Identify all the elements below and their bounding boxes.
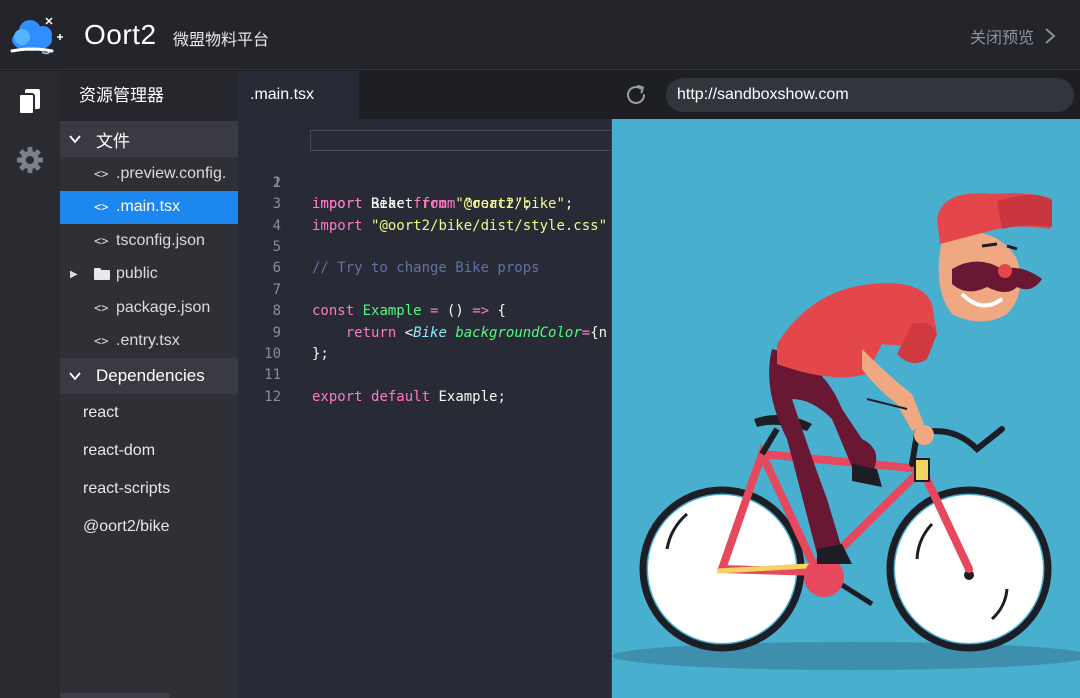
dependency-item[interactable]: react xyxy=(60,394,238,432)
code-line: 1 import React from "react"; xyxy=(238,130,612,212)
settings-activity-button[interactable] xyxy=(16,146,44,174)
file-name: .main.tsx xyxy=(116,198,181,216)
file-item[interactable]: <> .preview.config. xyxy=(60,157,238,191)
tab-main-tsx[interactable]: .main.tsx xyxy=(238,71,359,119)
chevron-down-icon xyxy=(69,135,81,144)
files-icon xyxy=(18,89,40,115)
code-line: 8 return <Bike backgroundColor={n xyxy=(238,280,612,340)
file-item-active[interactable]: <> .main.tsx xyxy=(60,190,238,224)
code-line: 12 xyxy=(238,365,612,405)
dependency-item[interactable]: react-dom xyxy=(60,432,238,470)
editor-tabbar: .main.tsx xyxy=(238,71,612,119)
gear-icon xyxy=(17,147,43,173)
close-preview-button[interactable]: 关闭预览 xyxy=(970,24,1056,48)
file-name: .entry.tsx xyxy=(116,332,180,350)
code-line: 6 xyxy=(238,237,612,276)
code-file-icon: <> xyxy=(94,334,109,349)
code-line: 5 // Try to change Bike props xyxy=(238,216,612,276)
code-line: 3 import "@oort2/bike/dist/style.css" xyxy=(238,173,612,233)
chevron-right-icon xyxy=(1045,28,1056,44)
top-header: Oort2 微盟物料平台 关闭预览 xyxy=(0,0,1080,70)
code-line: 4 xyxy=(238,194,612,234)
code-editor: .main.tsx 1 import React from "react"; 2… xyxy=(238,71,612,698)
folder-name: public xyxy=(116,265,158,283)
files-section-header[interactable]: 文件 xyxy=(60,121,238,157)
explorer-title: 资源管理器 xyxy=(60,71,238,121)
code-line: 2 import Bike from "@oort2/bike"; xyxy=(238,151,612,212)
code-line: 11 export default Example; xyxy=(238,344,612,404)
folder-icon xyxy=(94,268,110,281)
code-line: 9 }; xyxy=(238,301,612,362)
dependency-item[interactable]: react-scripts xyxy=(60,470,238,508)
files-activity-button[interactable] xyxy=(16,87,44,115)
brand-name: Oort2 xyxy=(84,19,157,50)
file-explorer: 资源管理器 文件 <> .preview.config. <> .main.ts… xyxy=(60,71,238,698)
file-item[interactable]: <> package.json xyxy=(60,291,238,325)
dependencies-section-label: Dependencies xyxy=(96,366,205,385)
code-file-icon: <> xyxy=(94,200,109,215)
dependency-item[interactable]: @oort2/bike xyxy=(60,508,238,546)
code-file-icon: <> xyxy=(94,233,109,248)
code-area[interactable]: 1 import React from "react"; 2 import Bi… xyxy=(238,119,612,405)
code-file-icon: <> xyxy=(94,166,109,181)
folder-item[interactable]: ▶ public xyxy=(60,258,238,292)
dependencies-list: react react-dom react-scripts @oort2/bik… xyxy=(60,394,238,546)
cloud-logo-icon xyxy=(10,17,63,55)
code-file-icon: <> xyxy=(94,300,109,315)
code-line: 7 const Example = () => { xyxy=(238,258,612,319)
code-line: 10 xyxy=(238,323,612,362)
line-number: 12 xyxy=(264,388,281,405)
file-name: .preview.config. xyxy=(116,164,227,182)
close-preview-label: 关闭预览 xyxy=(969,28,1034,47)
dependencies-section-header[interactable]: Dependencies xyxy=(60,358,238,394)
refresh-icon[interactable] xyxy=(624,83,648,107)
preview-toolbar xyxy=(612,71,1080,119)
chevron-down-icon xyxy=(69,372,81,381)
file-tree: <> .preview.config. <> .main.tsx <> tsco… xyxy=(60,157,238,358)
preview-url-input[interactable] xyxy=(666,78,1074,112)
files-section-label: 文件 xyxy=(96,131,130,151)
file-name: tsconfig.json xyxy=(116,231,205,249)
platform-subtitle: 微盟物料平台 xyxy=(173,30,270,49)
activity-bar xyxy=(0,71,60,698)
file-name: package.json xyxy=(116,298,211,316)
current-line-highlight xyxy=(310,130,612,151)
file-item[interactable]: <> tsconfig.json xyxy=(60,224,238,258)
explorer-scrollbar[interactable] xyxy=(60,693,170,698)
preview-pane xyxy=(612,119,1080,698)
caret-right-icon: ▶ xyxy=(70,268,78,280)
file-item[interactable]: <> .entry.tsx xyxy=(60,325,238,359)
cyclist-illustration xyxy=(612,193,1080,670)
